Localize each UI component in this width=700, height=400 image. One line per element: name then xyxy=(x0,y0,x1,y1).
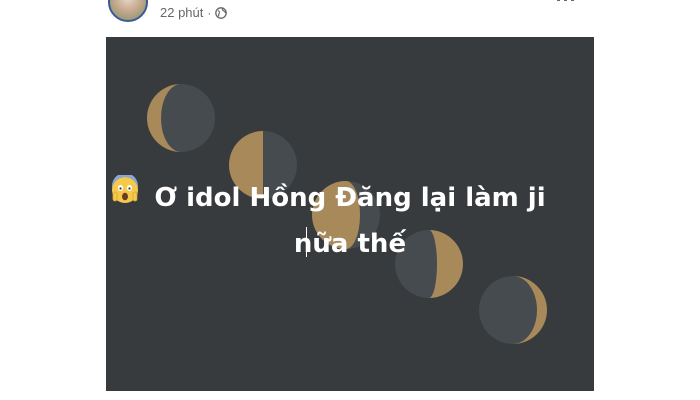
caption-line-2-text: nữa thế xyxy=(293,229,407,259)
post-image[interactable]: Ơ idol Hồng Đăng lại làm ji nữa thế xyxy=(106,37,594,391)
face-screaming-in-fear-emoji xyxy=(112,175,138,203)
text-cursor xyxy=(306,227,307,257)
moon-phase-5 xyxy=(479,276,547,344)
post-meta: 22 phút · xyxy=(160,5,228,20)
image-caption: Ơ idol Hồng Đăng lại làm ji nữa thế xyxy=(106,175,594,267)
more-options-icon[interactable] xyxy=(556,0,576,6)
moon-phase-1 xyxy=(147,84,215,152)
meta-separator: · xyxy=(207,5,212,20)
caption-line-2: nữa thế xyxy=(106,175,594,267)
author-avatar[interactable] xyxy=(108,0,148,22)
post-time[interactable]: 22 phút xyxy=(160,5,203,20)
globe-icon[interactable] xyxy=(215,6,228,19)
post-header: 22 phút · xyxy=(0,0,700,30)
caption-line-1: Ơ idol Hồng Đăng lại làm ji xyxy=(154,183,546,213)
